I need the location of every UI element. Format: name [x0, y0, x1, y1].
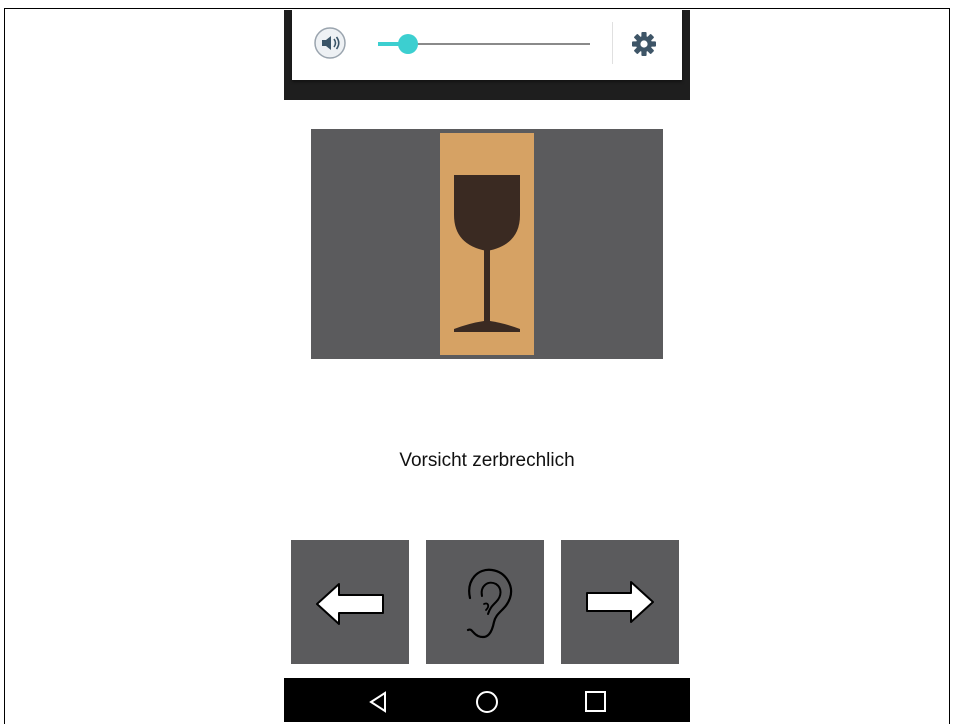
volume-slider-thumb[interactable] — [398, 34, 418, 54]
volume-slider[interactable] — [378, 32, 590, 56]
gear-icon[interactable] — [630, 30, 658, 58]
arrow-right-icon — [586, 581, 654, 623]
square-recents-icon — [585, 691, 606, 712]
caption-text: Vorsicht zerbrechlich — [399, 450, 575, 471]
navigation-bar — [284, 678, 690, 722]
listen-button[interactable] — [426, 540, 544, 664]
triangle-back-icon — [369, 691, 386, 713]
ear-icon — [466, 568, 513, 639]
circle-home-icon — [476, 691, 498, 713]
home-button[interactable] — [457, 678, 517, 722]
arrow-left-icon — [316, 583, 384, 625]
next-button[interactable] — [561, 540, 679, 664]
fragile-glass-panel — [440, 133, 534, 355]
speaker-volume-icon[interactable] — [314, 27, 346, 59]
previous-button[interactable] — [291, 540, 409, 664]
volume-panel — [292, 10, 682, 80]
back-button[interactable] — [349, 678, 409, 722]
fragile-symbol-image — [311, 129, 663, 359]
volume-panel-divider — [612, 22, 613, 64]
phone-screen: Vorsicht zerbrechlich — [284, 10, 690, 722]
recents-button[interactable] — [565, 678, 625, 722]
